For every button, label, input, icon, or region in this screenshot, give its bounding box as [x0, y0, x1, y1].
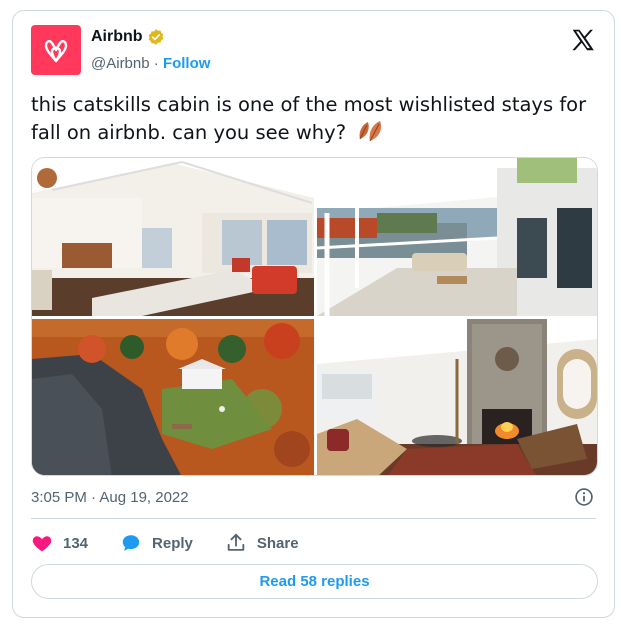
- fireplace-lounge-photo[interactable]: [317, 319, 597, 475]
- divider: [31, 518, 596, 519]
- verified-badge-icon: [148, 29, 163, 45]
- share-label: Share: [256, 534, 299, 552]
- airbnb-logo-icon: [44, 40, 68, 63]
- author-name-row: Airbnb: [91, 28, 165, 46]
- living-room-photo[interactable]: [32, 158, 314, 316]
- read-replies-button[interactable]: Read 58 replies: [31, 564, 598, 599]
- author-handle-row: @Airbnb · Follow: [91, 55, 210, 72]
- heart-icon: [32, 536, 52, 552]
- airbnb-avatar[interactable]: [31, 25, 81, 75]
- like-button[interactable]: 134: [31, 532, 88, 554]
- tweet-text: this catskills cabin is one of the most …: [31, 91, 601, 147]
- follow-button[interactable]: Follow: [163, 55, 211, 72]
- share-icon: [227, 533, 245, 551]
- porch-lake-view-photo[interactable]: [317, 158, 597, 316]
- reply-button[interactable]: Reply: [120, 532, 193, 554]
- fallen-leaf-emoji-icon: [359, 121, 382, 142]
- author-handle[interactable]: @Airbnb: [91, 55, 150, 72]
- separator-dot: ·: [149, 55, 163, 72]
- tweet-body: this catskills cabin is one of the most …: [31, 93, 587, 144]
- aerial-lake-cabin-photo[interactable]: [32, 319, 314, 475]
- share-button[interactable]: Share: [225, 532, 299, 554]
- reply-label: Reply: [152, 534, 193, 552]
- tweet-card: Airbnb @Airbnb · Follow this catskills c…: [12, 10, 615, 618]
- info-icon[interactable]: [574, 487, 594, 507]
- media-grid: [31, 157, 598, 476]
- likes-count: 134: [63, 534, 89, 552]
- author-display-name[interactable]: Airbnb: [91, 28, 143, 46]
- speech-bubble-icon: [122, 535, 140, 551]
- action-bar: 134 Reply Share: [31, 531, 331, 555]
- x-logo-icon[interactable]: [570, 27, 596, 53]
- tweet-timestamp[interactable]: 3:05 PM · Aug 19, 2022: [31, 489, 189, 506]
